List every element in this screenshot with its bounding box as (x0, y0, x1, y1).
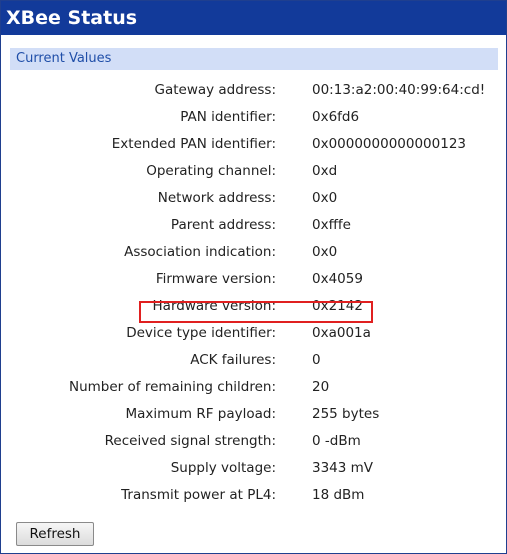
row-remaining-children: Number of remaining children: 20 (1, 376, 506, 403)
field-label: Parent address: (170, 217, 276, 233)
field-value: 0x0 (312, 244, 338, 260)
page-title: XBee Status (1, 1, 506, 35)
field-label: Gateway address: (154, 82, 276, 98)
field-label: Network address: (157, 190, 276, 206)
row-supply-voltage: Supply voltage: 3343 mV (1, 457, 506, 484)
field-value: 0 (312, 352, 321, 368)
field-value: 0 -dBm (312, 433, 361, 449)
xbee-status-panel: XBee Status Current Values Gateway addre… (0, 0, 507, 554)
field-value: 0xa001a (312, 325, 371, 341)
field-label: Hardware version: (152, 298, 276, 314)
field-label: Number of remaining children: (69, 379, 276, 395)
field-label: PAN identifier: (180, 109, 276, 125)
field-value: 18 dBm (312, 487, 365, 503)
row-network-address: Network address: 0x0 (1, 187, 506, 214)
field-value: 0x0 (312, 190, 338, 206)
field-label: Device type identifier: (126, 325, 276, 341)
field-value: 0x0000000000000123 (312, 136, 467, 152)
row-ack-failures: ACK failures: 0 (1, 349, 506, 376)
row-operating-channel: Operating channel: 0xd (1, 160, 506, 187)
row-maximum-rf-payload: Maximum RF payload: 255 bytes (1, 403, 506, 430)
row-hardware-version: Hardware version: 0x2142 (1, 295, 506, 322)
row-firmware-version: Firmware version: 0x4059 (1, 268, 506, 295)
field-label: Received signal strength: (104, 433, 276, 449)
status-values-list: Gateway address: 00:13:a2:00:40:99:64:cd… (1, 79, 506, 511)
field-label: Supply voltage: (170, 460, 276, 476)
field-label: Transmit power at PL4: (121, 487, 276, 503)
row-transmit-power: Transmit power at PL4: 18 dBm (1, 484, 506, 511)
field-value: 0x6fd6 (312, 109, 360, 125)
row-extended-pan-identifier: Extended PAN identifier: 0x0000000000000… (1, 133, 506, 160)
field-label: Extended PAN identifier: (111, 136, 276, 152)
field-value: 3343 mV (312, 460, 374, 476)
field-value: 0xd (312, 163, 338, 179)
field-value: 0x4059 (312, 271, 363, 287)
row-pan-identifier: PAN identifier: 0x6fd6 (1, 106, 506, 133)
row-received-signal-strength: Received signal strength: 0 -dBm (1, 430, 506, 457)
row-device-type-identifier: Device type identifier: 0xa001a (1, 322, 506, 349)
row-parent-address: Parent address: 0xfffe (1, 214, 506, 241)
field-value: 255 bytes (312, 406, 380, 422)
field-label: ACK failures: (190, 352, 276, 368)
field-value: 00:13:a2:00:40:99:64:cd! (312, 82, 486, 98)
section-header-current-values: Current Values (10, 48, 498, 70)
field-label: Firmware version: (155, 271, 276, 287)
field-label: Association indication: (124, 244, 276, 260)
row-association-indication: Association indication: 0x0 (1, 241, 506, 268)
field-value: 0x2142 (312, 298, 363, 314)
field-value: 0xfffe (312, 217, 351, 233)
field-label: Operating channel: (146, 163, 276, 179)
field-value: 20 (312, 379, 330, 395)
refresh-button[interactable]: Refresh (16, 522, 94, 546)
field-label: Maximum RF payload: (125, 406, 276, 422)
row-gateway-address: Gateway address: 00:13:a2:00:40:99:64:cd… (1, 79, 506, 106)
